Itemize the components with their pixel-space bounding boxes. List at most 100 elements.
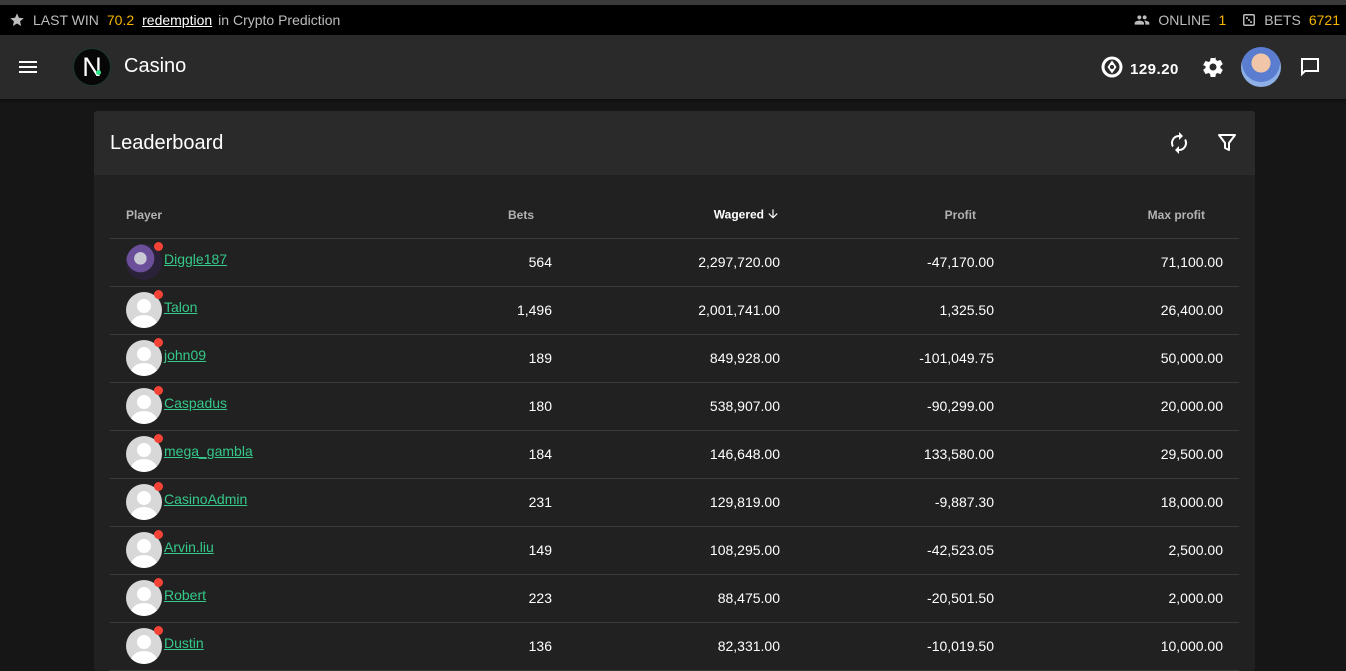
cell-bets: 231 [348, 478, 568, 527]
cell-player: Caspadus [110, 382, 348, 431]
col-max-profit-label: Max profit [1147, 208, 1205, 223]
player-avatar [126, 242, 163, 280]
cell-max-profit: 50,000.00 [1010, 334, 1239, 383]
col-bets[interactable]: Bets [348, 193, 568, 239]
users-icon [1134, 12, 1150, 28]
player-link[interactable]: Talon [164, 299, 197, 315]
status-dot [154, 578, 163, 587]
cell-wagered: 129,819.00 [568, 478, 796, 527]
refresh-icon[interactable] [1167, 131, 1191, 155]
bets-label: BETS [1264, 12, 1301, 28]
status-dot [154, 530, 163, 539]
cell-profit: -47,170.00 [796, 238, 1010, 287]
logo-letter: N [82, 51, 102, 82]
cell-bets: 1,496 [348, 286, 568, 335]
player-link[interactable]: Robert [164, 587, 206, 603]
table-row: john09 189 849,928.00 -101,049.75 50,000.00 [110, 334, 1239, 383]
arrow-down-icon [766, 207, 780, 224]
cell-player: Talon [110, 286, 348, 335]
player-link[interactable]: Caspadus [164, 395, 227, 411]
dice-icon [1242, 13, 1256, 27]
cell-max-profit: 2,500.00 [1010, 526, 1239, 575]
table-row: CasinoAdmin 231 129,819.00 -9,887.30 18,000.… [110, 478, 1239, 527]
table-row: Caspadus 180 538,907.00 -90,299.00 20,000.00 [110, 382, 1239, 431]
player-avatar [126, 338, 163, 376]
status-dot [154, 434, 163, 443]
table-row: Talon 1,496 2,001,741.00 1,325.50 26,400.00 [110, 286, 1239, 335]
player-avatar [126, 386, 163, 424]
last-win-user-link[interactable]: redemption [142, 12, 212, 28]
cell-player: Diggle187 [110, 238, 348, 287]
table-row: Arvin.liu 149 108,295.00 -42,523.05 2,500.00 [110, 526, 1239, 575]
status-dot [154, 482, 163, 491]
col-profit[interactable]: Profit [796, 193, 1010, 239]
cell-max-profit: 20,000.00 [1010, 382, 1239, 431]
table-row: Diggle187 564 2,297,720.00 -47,170.00 71,100… [110, 238, 1239, 287]
online-label: ONLINE [1158, 12, 1211, 28]
cell-wagered: 849,928.00 [568, 334, 796, 383]
leaderboard-table: Player Bets Wagered Profit Max profit Di… [110, 193, 1239, 671]
player-avatar [126, 530, 163, 568]
table-header-row: Player Bets Wagered Profit Max profit [110, 193, 1239, 239]
gear-icon[interactable] [1201, 55, 1225, 79]
status-dot [154, 338, 163, 347]
col-max-profit[interactable]: Max profit [1010, 193, 1239, 239]
cell-player: john09 [110, 334, 348, 383]
logo-dot [96, 70, 101, 75]
cell-bets: 564 [348, 238, 568, 287]
status-dot [154, 386, 163, 395]
cell-max-profit: 18,000.00 [1010, 478, 1239, 527]
chat-icon[interactable] [1298, 55, 1322, 79]
logo[interactable]: N [73, 48, 111, 86]
balance-amount: 129.20 [1130, 61, 1179, 78]
star-icon [9, 12, 25, 28]
cell-player: Robert [110, 574, 348, 623]
player-link[interactable]: john09 [164, 347, 206, 363]
table-row: Robert 223 88,475.00 -20,501.50 2,000.00 [110, 574, 1239, 623]
col-player[interactable]: Player [110, 193, 348, 239]
col-bets-label: Bets [507, 208, 534, 223]
leaderboard-card: Leaderboard Player Bets Wagered Profit M… [94, 111, 1255, 671]
bets-count: 6721 [1308, 12, 1340, 28]
cell-profit: 1,325.50 [796, 286, 1010, 335]
cell-bets: 189 [348, 334, 568, 383]
menu-icon[interactable] [16, 55, 40, 79]
player-link[interactable]: CasinoAdmin [164, 491, 247, 507]
cell-bets: 184 [348, 430, 568, 479]
cell-wagered: 2,297,720.00 [568, 238, 796, 287]
player-link[interactable]: Diggle187 [164, 251, 227, 267]
cell-profit: -9,887.30 [796, 478, 1010, 527]
app-title: Casino [124, 55, 187, 77]
cell-wagered: 108,295.00 [568, 526, 796, 575]
filter-icon[interactable] [1215, 131, 1239, 155]
last-win-amount: 70.2 [106, 12, 135, 28]
player-avatar [126, 626, 163, 664]
table-row: mega_gambla 184 146,648.00 133,580.00 29,500… [110, 430, 1239, 479]
col-profit-label: Profit [944, 208, 976, 223]
app-header: N Casino 129.20 [0, 35, 1346, 99]
cell-bets: 180 [348, 382, 568, 431]
cell-bets: 149 [348, 526, 568, 575]
balance-display[interactable]: 129.20 [1100, 55, 1179, 84]
cell-player: CasinoAdmin [110, 478, 348, 527]
chip-icon [1100, 55, 1124, 84]
last-win-game: in Crypto Prediction [218, 12, 341, 28]
cell-max-profit: 71,100.00 [1010, 238, 1239, 287]
leaderboard-title: Leaderboard [110, 131, 224, 154]
cell-wagered: 88,475.00 [568, 574, 796, 623]
player-link[interactable]: Arvin.liu [164, 539, 214, 555]
cell-wagered: 2,001,741.00 [568, 286, 796, 335]
col-wagered[interactable]: Wagered [568, 193, 796, 239]
status-dot [154, 626, 163, 635]
player-link[interactable]: mega_gambla [164, 443, 253, 459]
cell-player: Arvin.liu [110, 526, 348, 575]
cell-player: mega_gambla [110, 430, 348, 479]
card-header: Leaderboard [94, 111, 1255, 175]
ticker-bar: LAST WIN 70.2 redemption in Crypto Predi… [0, 5, 1346, 35]
user-avatar[interactable] [1241, 47, 1281, 87]
cell-bets: 223 [348, 574, 568, 623]
player-avatar [126, 434, 163, 472]
cell-profit: -90,299.00 [796, 382, 1010, 431]
player-link[interactable]: Dustin [164, 635, 204, 651]
status-dot [154, 290, 163, 299]
